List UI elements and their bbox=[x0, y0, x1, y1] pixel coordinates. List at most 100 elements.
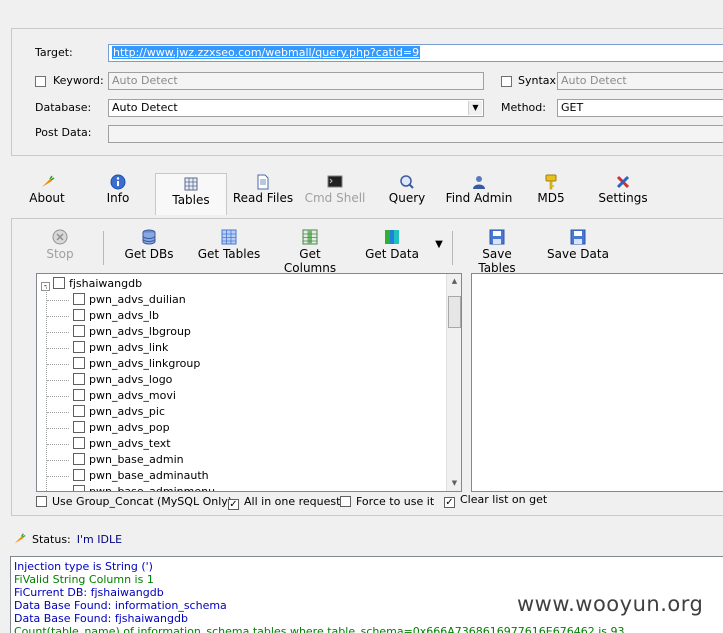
tab-query[interactable]: Query bbox=[386, 172, 428, 214]
stop-button[interactable]: Stop bbox=[42, 227, 78, 267]
log-line: FiValid String Column is 1 bbox=[14, 573, 154, 586]
tree-item-checkbox[interactable] bbox=[73, 293, 85, 305]
tab-cmd-shell-label: Cmd Shell bbox=[304, 191, 366, 205]
tree-root-label: fjshaiwangdb bbox=[69, 277, 143, 290]
tree-branch-line bbox=[47, 476, 69, 477]
get-columns-button[interactable]: Get Columns bbox=[272, 227, 348, 275]
tree-item-checkbox[interactable] bbox=[73, 389, 85, 401]
tree-item-label: pwn_advs_pop bbox=[89, 421, 170, 434]
tree-item[interactable]: pwn_advs_text bbox=[47, 437, 171, 453]
force-checkbox[interactable] bbox=[340, 496, 351, 507]
tree-root-checkbox[interactable] bbox=[53, 277, 65, 289]
tree-item[interactable]: pwn_base_adminauth bbox=[47, 469, 209, 485]
watermark: www.wooyun.org bbox=[517, 592, 704, 616]
scroll-up-icon[interactable]: ▲ bbox=[447, 274, 461, 289]
terminal-icon bbox=[327, 174, 343, 190]
tree-item-checkbox[interactable] bbox=[73, 405, 85, 417]
tables-tree[interactable]: - fjshaiwangdb pwn_advs_duilian pwn_advs_l… bbox=[36, 273, 462, 492]
tree-item-checkbox[interactable] bbox=[73, 341, 85, 353]
scroll-down-icon[interactable]: ▼ bbox=[447, 476, 461, 491]
get-dbs-button[interactable]: Get DBs bbox=[122, 227, 176, 267]
tree-item-label: pwn_base_adminmenu bbox=[89, 485, 216, 492]
tree-item-checkbox[interactable] bbox=[73, 373, 85, 385]
data-icon bbox=[384, 229, 400, 245]
tab-find-admin[interactable]: Find Admin bbox=[443, 172, 515, 214]
tab-find-admin-label: Find Admin bbox=[445, 191, 513, 205]
carrot-icon bbox=[12, 532, 26, 546]
tree-item[interactable]: pwn_advs_pic bbox=[47, 405, 165, 421]
tree-root[interactable]: - fjshaiwangdb bbox=[41, 277, 142, 293]
method-select[interactable]: GET bbox=[557, 99, 723, 117]
tab-cmd-shell[interactable]: Cmd Shell bbox=[304, 172, 366, 214]
results-box[interactable] bbox=[471, 273, 723, 492]
save-icon bbox=[489, 229, 505, 245]
tree-item-checkbox[interactable] bbox=[73, 485, 85, 491]
tab-info[interactable]: Info bbox=[98, 172, 138, 214]
tree-item-checkbox[interactable] bbox=[73, 357, 85, 369]
get-dbs-label: Get DBs bbox=[124, 247, 174, 261]
database-label: Database: bbox=[35, 101, 92, 114]
postdata-label: Post Data: bbox=[35, 126, 92, 139]
tab-tables[interactable]: Tables bbox=[155, 173, 227, 215]
tree-item-label: pwn_advs_logo bbox=[89, 373, 173, 386]
tree-item-checkbox[interactable] bbox=[73, 309, 85, 321]
tree-item[interactable]: pwn_advs_lb bbox=[47, 309, 159, 325]
tree-item[interactable]: pwn_advs_pop bbox=[47, 421, 170, 437]
log-line: Injection type is String (') bbox=[14, 560, 153, 573]
tree-item[interactable]: pwn_advs_logo bbox=[47, 373, 173, 389]
tree-item[interactable]: pwn_base_adminmenu bbox=[73, 485, 216, 492]
tree-item-checkbox[interactable] bbox=[73, 325, 85, 337]
syntax-input[interactable]: Auto Detect bbox=[557, 72, 723, 90]
file-icon bbox=[255, 174, 271, 190]
all-in-one-option[interactable]: ✓ All in one request. bbox=[228, 495, 344, 510]
get-data-button[interactable]: Get Data bbox=[364, 227, 420, 267]
postdata-input[interactable] bbox=[108, 125, 723, 143]
save-tables-button[interactable]: Save Tables bbox=[462, 227, 532, 275]
tree-item-label: pwn_advs_lb bbox=[89, 309, 159, 322]
tab-md5[interactable]: MD5 bbox=[533, 172, 569, 214]
tree-item-label: pwn_base_adminauth bbox=[89, 469, 209, 482]
clear-list-option[interactable]: ✓ Clear list on get bbox=[444, 493, 547, 508]
database-select-value: Auto Detect bbox=[112, 101, 178, 114]
scrollbar-thumb[interactable] bbox=[448, 296, 461, 328]
group-concat-checkbox[interactable] bbox=[36, 496, 47, 507]
target-url-input[interactable]: http://www.jwz.zzxseo.com/webmall/query.… bbox=[108, 44, 723, 62]
status-bar: Status: I'm IDLE bbox=[12, 532, 122, 546]
tree-item-checkbox[interactable] bbox=[73, 421, 85, 433]
tree-item-label: pwn_base_admin bbox=[89, 453, 184, 466]
tree-branch-line bbox=[47, 396, 69, 397]
get-tables-button[interactable]: Get Tables bbox=[196, 227, 262, 267]
keyword-checkbox[interactable] bbox=[35, 76, 46, 87]
target-label: Target: bbox=[35, 46, 73, 59]
tab-about[interactable]: About bbox=[22, 172, 72, 214]
tab-query-label: Query bbox=[388, 191, 426, 205]
tab-settings-label: Settings bbox=[598, 191, 648, 205]
force-option[interactable]: Force to use it bbox=[340, 495, 434, 508]
tab-read-files[interactable]: Read Files bbox=[232, 172, 294, 214]
clear-list-label: Clear list on get bbox=[460, 493, 548, 506]
tree-item-label: pwn_advs_linkgroup bbox=[89, 357, 201, 370]
tree-item[interactable]: pwn_advs_link bbox=[47, 341, 168, 357]
tree-item[interactable]: pwn_advs_movi bbox=[47, 389, 176, 405]
tree-item[interactable]: pwn_advs_linkgroup bbox=[47, 357, 201, 373]
tree-scrollbar[interactable]: ▲ ▼ bbox=[446, 274, 461, 491]
database-select[interactable]: Auto Detect ▼ bbox=[108, 99, 484, 117]
save-data-button[interactable]: Save Data bbox=[547, 227, 609, 267]
clear-list-checkbox[interactable]: ✓ bbox=[444, 497, 455, 508]
log-line: Count(table_name) of information_schema.… bbox=[14, 625, 625, 633]
tree-item-checkbox[interactable] bbox=[73, 469, 85, 481]
tree-item[interactable]: pwn_advs_lbgroup bbox=[47, 325, 191, 341]
tree-item-checkbox[interactable] bbox=[73, 437, 85, 449]
tree-item[interactable]: pwn_advs_duilian bbox=[47, 293, 186, 309]
query-icon bbox=[399, 174, 415, 190]
group-concat-option[interactable]: Use Group_Concat (MySQL Only) bbox=[36, 495, 232, 508]
tree-item[interactable]: pwn_base_admin bbox=[47, 453, 184, 469]
syntax-checkbox[interactable] bbox=[501, 76, 512, 87]
table-icon bbox=[183, 176, 199, 192]
tree-branch-line bbox=[47, 316, 69, 317]
tree-item-checkbox[interactable] bbox=[73, 453, 85, 465]
all-in-one-checkbox[interactable]: ✓ bbox=[228, 499, 239, 510]
keyword-input[interactable]: Auto Detect bbox=[108, 72, 484, 90]
chevron-down-icon[interactable]: ▼ bbox=[468, 101, 482, 115]
tab-settings[interactable]: Settings bbox=[597, 172, 649, 214]
